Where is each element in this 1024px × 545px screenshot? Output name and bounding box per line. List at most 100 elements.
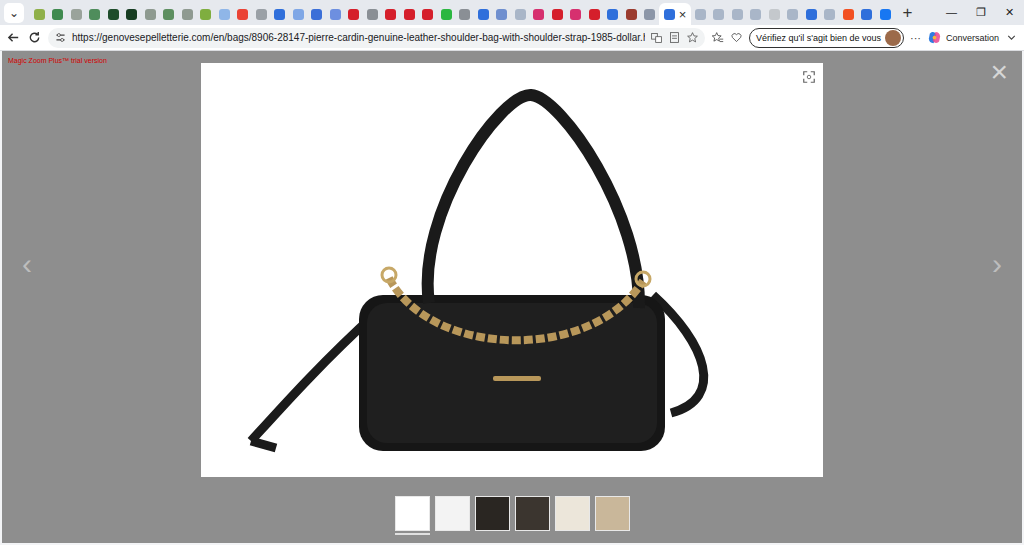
tab[interactable] — [747, 3, 766, 25]
tab[interactable] — [876, 3, 895, 25]
favicon-icon — [861, 9, 872, 20]
window-control-button[interactable]: ❐ — [966, 6, 995, 19]
tab[interactable] — [382, 3, 401, 25]
tab[interactable] — [728, 3, 747, 25]
tab[interactable] — [821, 3, 840, 25]
favicon-icon — [806, 9, 817, 20]
translate-icon[interactable] — [650, 31, 663, 44]
tab[interactable] — [474, 3, 493, 25]
tab[interactable] — [437, 3, 456, 25]
tab[interactable] — [858, 3, 877, 25]
star-icon[interactable] — [686, 31, 699, 44]
health-icon[interactable] — [730, 31, 743, 44]
tab[interactable]: × — [659, 3, 691, 25]
favicon-icon — [459, 9, 470, 20]
thumbnail[interactable] — [555, 496, 590, 535]
tab[interactable] — [363, 3, 382, 25]
tab[interactable] — [234, 3, 253, 25]
tab[interactable] — [30, 3, 49, 25]
tab[interactable] — [141, 3, 160, 25]
favicon-icon — [367, 9, 378, 20]
tab-close-button[interactable]: × — [679, 8, 687, 21]
tab[interactable] — [49, 3, 68, 25]
previous-button[interactable]: ‹ — [22, 249, 32, 279]
back-arrow-icon[interactable] — [6, 30, 21, 45]
tab[interactable] — [67, 3, 86, 25]
new-tab-button[interactable]: + — [903, 3, 913, 23]
tab[interactable] — [765, 3, 784, 25]
favicon-icon — [664, 9, 675, 20]
reader-icon[interactable] — [668, 31, 681, 44]
thumbnail[interactable] — [515, 496, 550, 535]
tab[interactable] — [326, 3, 345, 25]
tab[interactable] — [178, 3, 197, 25]
tab[interactable] — [548, 3, 567, 25]
reload-icon[interactable] — [27, 30, 42, 45]
tab[interactable] — [252, 3, 271, 25]
profile-prompt: Vérifiez qu'il s'agit bien de vous — [756, 33, 881, 43]
favicon-icon — [200, 9, 211, 20]
tab[interactable] — [289, 3, 308, 25]
tab[interactable] — [345, 3, 364, 25]
avatar-icon — [885, 30, 901, 46]
next-button[interactable]: › — [992, 249, 1002, 279]
copilot-button[interactable]: Conversation — [927, 30, 999, 45]
tab[interactable] — [839, 3, 858, 25]
favicon-icon — [533, 9, 544, 20]
more-button[interactable]: ··· — [910, 32, 921, 44]
window-control-button[interactable]: — — [937, 6, 966, 19]
browser-window: ⌄ × + —❐✕ https://genovesepelletterie.co… — [0, 0, 1024, 545]
favicon-icon — [274, 9, 285, 20]
thumbnail[interactable] — [395, 496, 430, 535]
favicon-icon — [570, 9, 581, 20]
thumbnail[interactable] — [435, 496, 470, 535]
copilot-label: Conversation — [946, 33, 999, 43]
tab[interactable] — [419, 3, 438, 25]
close-button[interactable]: × — [990, 57, 1008, 87]
window-controls: —❐✕ — [937, 6, 1024, 19]
tab[interactable] — [604, 3, 623, 25]
favicon-icon — [880, 9, 891, 20]
tab[interactable] — [86, 3, 105, 25]
window-control-button[interactable]: ✕ — [995, 6, 1024, 19]
thumbnail[interactable] — [595, 496, 630, 535]
favicon-icon — [348, 9, 359, 20]
tab[interactable] — [308, 3, 327, 25]
tab[interactable] — [456, 3, 475, 25]
tab[interactable] — [197, 3, 216, 25]
expand-icon[interactable] — [802, 70, 816, 84]
site-info-icon[interactable] — [54, 31, 67, 44]
thumbnail-image — [395, 496, 430, 531]
tab[interactable] — [585, 3, 604, 25]
favicon-icon — [589, 9, 600, 20]
profile-button[interactable]: Vérifiez qu'il s'agit bien de vous — [749, 28, 904, 48]
tab[interactable] — [123, 3, 142, 25]
copilot-icon — [927, 30, 942, 45]
tab-strip: ⌄ × + —❐✕ — [0, 0, 1024, 25]
tab[interactable] — [710, 3, 729, 25]
tab[interactable] — [160, 3, 179, 25]
product-image[interactable] — [201, 63, 823, 477]
tab[interactable] — [530, 3, 549, 25]
tab-list: × — [30, 0, 895, 25]
tab[interactable] — [271, 3, 290, 25]
favorites-icon[interactable] — [711, 31, 724, 44]
favicon-icon — [552, 9, 563, 20]
tab[interactable] — [215, 3, 234, 25]
tab[interactable] — [802, 3, 821, 25]
tab[interactable] — [784, 3, 803, 25]
tab[interactable] — [641, 3, 660, 25]
tab[interactable] — [622, 3, 641, 25]
thumbnail[interactable] — [475, 496, 510, 535]
tab[interactable] — [511, 3, 530, 25]
tab-menu-button[interactable]: ⌄ — [4, 3, 24, 23]
chevron-down-icon[interactable] — [1005, 31, 1018, 44]
tab[interactable] — [567, 3, 586, 25]
tab[interactable] — [104, 3, 123, 25]
thumbnail-indicator — [395, 533, 430, 535]
tab[interactable] — [691, 3, 710, 25]
url-field[interactable]: https://genovesepelletterie.com/en/bags/… — [48, 28, 705, 48]
url-text[interactable]: https://genovesepelletterie.com/en/bags/… — [72, 32, 645, 43]
tab[interactable] — [493, 3, 512, 25]
tab[interactable] — [400, 3, 419, 25]
